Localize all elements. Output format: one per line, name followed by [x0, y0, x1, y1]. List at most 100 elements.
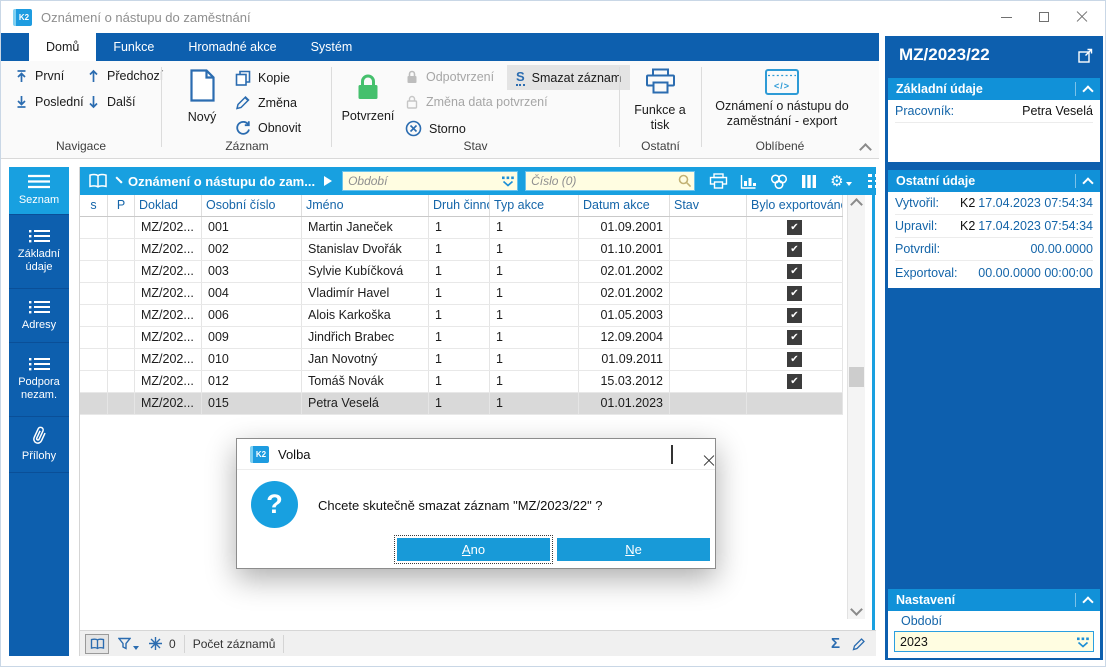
close-button[interactable] [1063, 1, 1101, 33]
dropdown-dots-icon[interactable] [501, 175, 515, 193]
gears-button[interactable] [769, 173, 789, 189]
no-button[interactable]: Ne [557, 538, 710, 561]
table-row[interactable]: MZ/202... 004 Vladimír Havel 1 1 02.01.2… [80, 283, 843, 305]
columns-button[interactable] [801, 174, 818, 189]
collapse-toggle[interactable] [1075, 593, 1094, 608]
table-row[interactable]: MZ/202... 009 Jindřich Brabec 1 1 12.09.… [80, 327, 843, 349]
dialog-maximize-button[interactable] [671, 444, 673, 464]
settings-gear-button[interactable]: ⚙ [830, 174, 852, 189]
table-row[interactable]: MZ/202... 006 Alois Karkoška 1 1 01.05.2… [80, 305, 843, 327]
separator [283, 634, 285, 653]
print-button[interactable] [709, 173, 728, 189]
title-bar: K2 Oznámení o nástupu do zaměstnání [1, 1, 1105, 33]
exported-checkbox[interactable]: ✔ [787, 286, 802, 301]
paperclip-icon [32, 426, 46, 444]
tab-domu[interactable]: Domů [29, 33, 97, 61]
refresh-button[interactable]: Obnovit [235, 120, 301, 136]
grid-right-splitter[interactable] [872, 167, 875, 630]
grid-title[interactable]: Oznámení o nástupu do zam... [128, 174, 315, 189]
col-header-bylo-exportovano[interactable]: Bylo exportováno [747, 195, 843, 216]
col-header-doklad[interactable]: Doklad [135, 195, 202, 216]
next-button[interactable]: Další [87, 95, 135, 109]
tab-hromadne-akce[interactable]: Hromadné akce [171, 33, 293, 61]
table-row[interactable]: MZ/202... 003 Sylvie Kubíčková 1 1 02.01… [80, 261, 843, 283]
chevron-up-icon [858, 142, 872, 156]
functions-print-button[interactable]: Funkce a tisk [625, 68, 695, 133]
open-record-button[interactable] [1078, 48, 1093, 68]
obdobi-input[interactable] [894, 631, 1094, 652]
filter-button[interactable] [118, 637, 139, 650]
obdobi-label: Období [901, 614, 943, 628]
sum-button[interactable]: Σ [831, 635, 840, 652]
exported-checkbox[interactable]: ✔ [787, 352, 802, 367]
sidebar-item-seznam[interactable]: Seznam [9, 167, 69, 215]
yes-button[interactable]: Ano [394, 535, 553, 564]
table-row-selected[interactable]: MZ/202... 015 Petra Veselá 1 1 01.01.202… [80, 393, 843, 415]
sidebar-item-adresy[interactable]: Adresy [9, 289, 69, 343]
exported-checkbox[interactable]: ✔ [787, 374, 802, 389]
section-header-nastaveni[interactable]: Nastavení [888, 589, 1100, 611]
col-header-stav[interactable]: Stav [670, 195, 747, 216]
exported-checkbox[interactable]: ✔ [787, 242, 802, 257]
filter-cislo-input[interactable] [525, 171, 696, 191]
tab-funkce[interactable]: Funkce [96, 33, 171, 61]
confirm-button[interactable]: Potvrzení [339, 73, 397, 124]
edit-note-button[interactable] [852, 637, 866, 651]
scroll-up-icon[interactable] [850, 198, 863, 211]
dropdown-dots-icon[interactable] [1076, 636, 1090, 654]
col-header-osobni-cislo[interactable]: Osobní číslo [202, 195, 302, 216]
ribbon-collapse-button[interactable] [857, 142, 873, 156]
table-row[interactable]: MZ/202... 010 Jan Novotný 1 1 01.09.2011… [80, 349, 843, 371]
copy-button[interactable]: Kopie [235, 70, 290, 86]
play-icon[interactable] [324, 176, 333, 186]
scrollbar-thumb[interactable] [849, 367, 864, 387]
dialog-message: Chcete skutečně smazat záznam "MZ/2023/2… [318, 498, 603, 513]
delete-record-button[interactable]: S Smazat záznam [507, 65, 631, 90]
collapse-toggle[interactable] [1075, 174, 1094, 189]
maximize-icon [671, 444, 673, 464]
edit-button[interactable]: Změna [235, 95, 297, 110]
caret-down-icon [845, 182, 852, 186]
col-header-p[interactable]: P [108, 195, 135, 216]
col-header-druh-cinnosti[interactable]: Druh činnost [429, 195, 490, 216]
col-header-jmeno[interactable]: Jméno [302, 195, 429, 216]
frozen-filter-icon[interactable] [149, 637, 162, 650]
maximize-button[interactable] [1025, 1, 1063, 33]
user-code: K2 [960, 219, 976, 233]
sidebar-item-prilohy[interactable]: Přílohy [9, 417, 69, 473]
filter-obdobi-input[interactable] [342, 171, 519, 191]
book-icon [90, 637, 104, 649]
book-view-toggle[interactable] [85, 633, 109, 654]
first-button[interactable]: První [15, 69, 64, 83]
col-header-datum-akce[interactable]: Datum akce [579, 195, 670, 216]
collapse-toggle[interactable] [1075, 82, 1094, 97]
table-row[interactable]: MZ/202... 002 Stanislav Dvořák 1 1 01.10… [80, 239, 843, 261]
exported-checkbox[interactable]: ✔ [787, 264, 802, 279]
col-header-s[interactable]: s [80, 195, 108, 216]
col-header-typ-akce[interactable]: Typ akce [490, 195, 579, 216]
cancel-record-button[interactable]: Storno [405, 120, 466, 137]
detail-list-icon [28, 230, 50, 243]
export-favorite-button[interactable]: </> Oznámení o nástupu do zaměstnání - e… [707, 69, 857, 129]
chevron-down-icon[interactable] [115, 175, 123, 184]
chart-button[interactable] [740, 174, 757, 189]
vertical-scrollbar[interactable] [847, 195, 865, 619]
tab-system[interactable]: Systém [294, 33, 370, 61]
table-row[interactable]: MZ/202... 001 Martin Janeček 1 1 01.09.2… [80, 217, 843, 239]
document-icon [189, 69, 216, 106]
scroll-down-icon[interactable] [850, 603, 863, 616]
section-header-ostatni[interactable]: Ostatní údaje [888, 170, 1100, 192]
section-header-zakladni[interactable]: Základní údaje [888, 78, 1100, 100]
table-row[interactable]: MZ/202... 012 Tomáš Novák 1 1 15.03.2012… [80, 371, 843, 393]
minimize-button[interactable] [987, 1, 1025, 33]
sidebar-item-podpora-nezam[interactable]: Podpora nezam. [9, 343, 69, 417]
previous-button[interactable]: Předchozí [87, 69, 163, 83]
sidebar-item-zakladni-udaje[interactable]: Základní údaje [9, 215, 69, 289]
last-button[interactable]: Poslední [15, 95, 84, 109]
search-icon [678, 174, 692, 193]
exported-checkbox[interactable]: ✔ [787, 220, 802, 235]
book-view-button[interactable] [88, 173, 108, 189]
new-button[interactable]: Nový [177, 69, 227, 125]
exported-checkbox[interactable]: ✔ [787, 308, 802, 323]
exported-checkbox[interactable]: ✔ [787, 330, 802, 345]
